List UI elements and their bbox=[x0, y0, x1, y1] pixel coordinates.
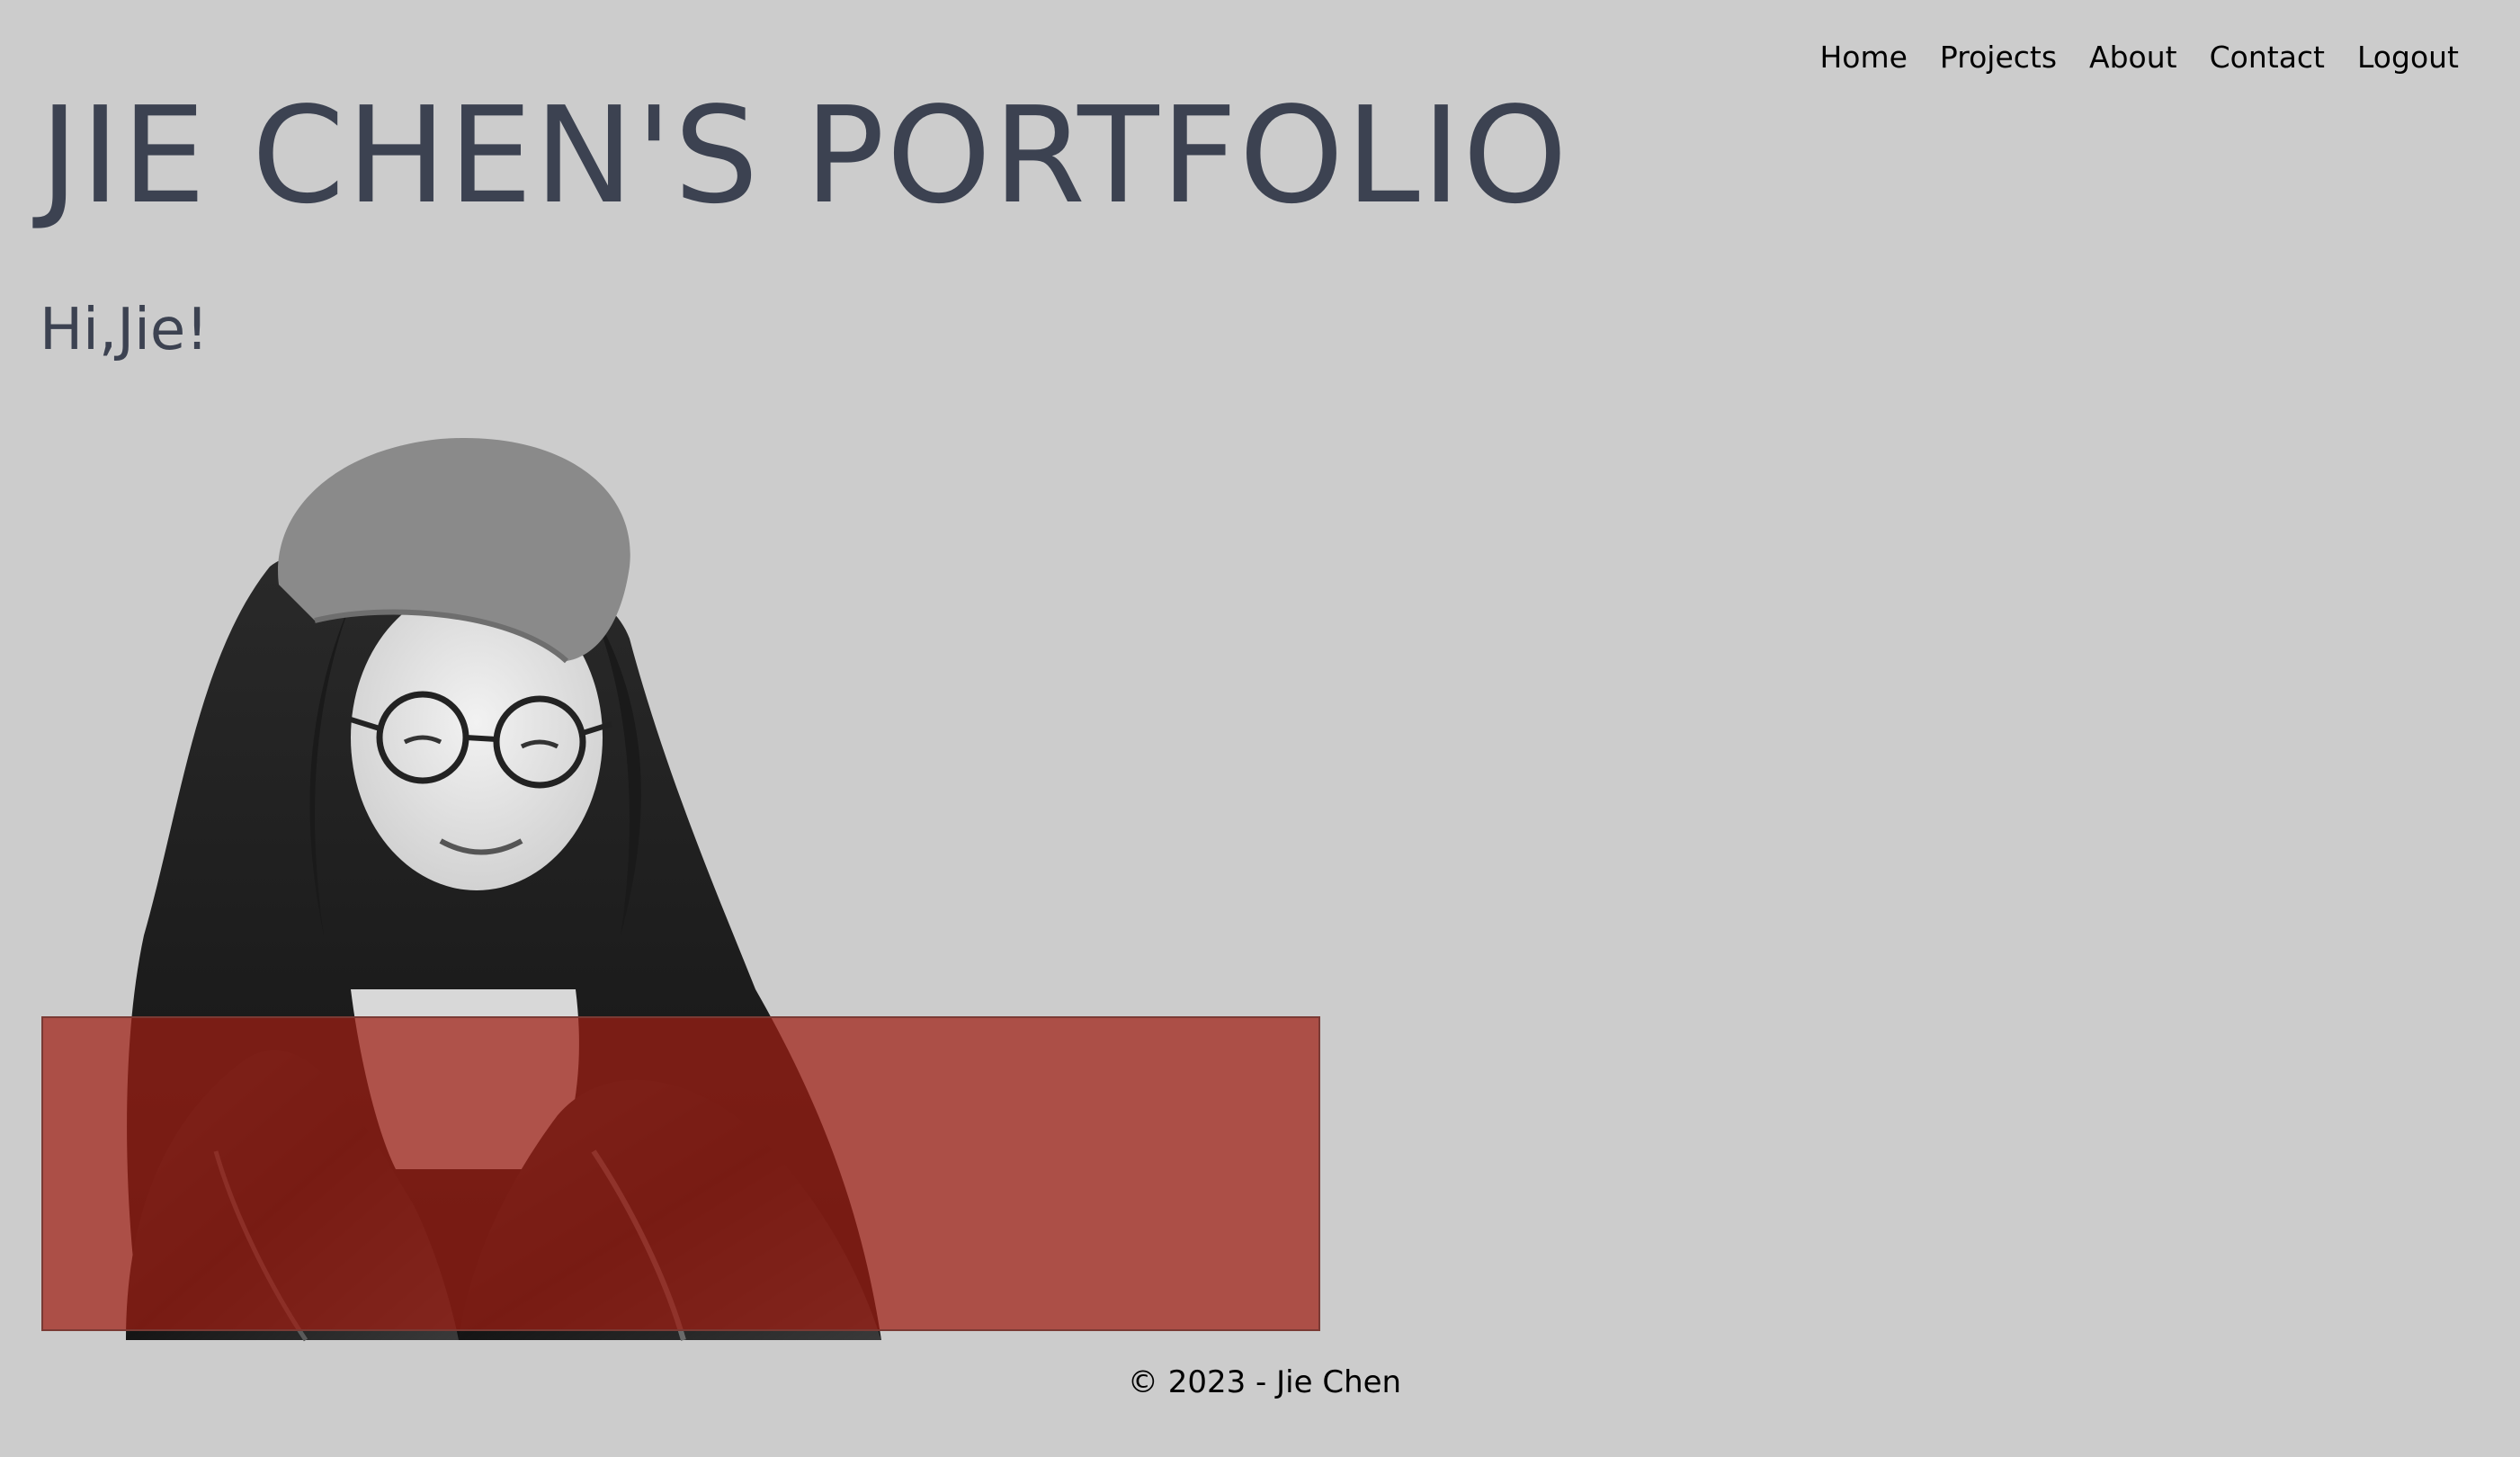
footer: © 2023 - Jie Chen bbox=[0, 1360, 2520, 1405]
page: Home Projects About Contact Logout JIE C… bbox=[0, 0, 2520, 1457]
red-overlay-banner bbox=[41, 1016, 1320, 1331]
nav-home-link[interactable]: Home bbox=[1819, 36, 1907, 79]
nav-about-link[interactable]: About bbox=[2089, 36, 2177, 79]
nav-contact-link[interactable]: Contact bbox=[2210, 36, 2325, 79]
greeting-text: Hi,Jie! bbox=[40, 297, 209, 363]
page-title: JIE CHEN'S PORTFOLIO bbox=[40, 78, 1569, 233]
nav-projects-link[interactable]: Projects bbox=[1940, 36, 2057, 79]
copyright-text: © 2023 - Jie Chen bbox=[1127, 1364, 1402, 1400]
top-nav: Home Projects About Contact Logout bbox=[1819, 36, 2459, 79]
nav-logout-link[interactable]: Logout bbox=[2357, 36, 2459, 79]
